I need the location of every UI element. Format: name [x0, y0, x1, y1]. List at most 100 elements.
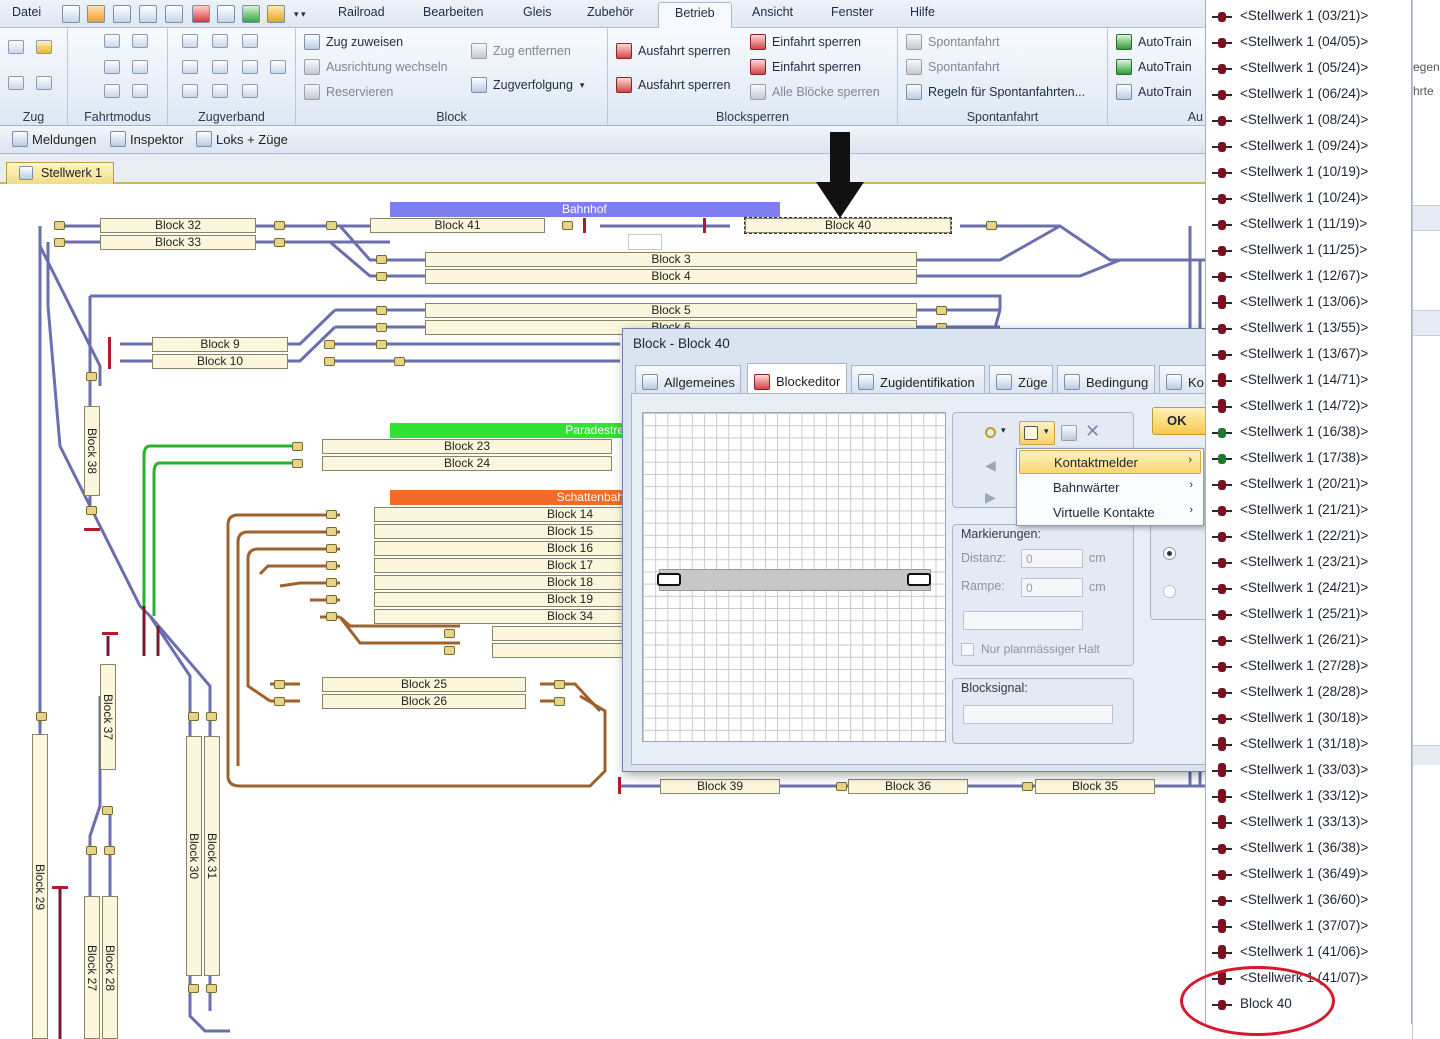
- menu-item-kontaktmelder[interactable]: Kontaktmelder ›: [1019, 450, 1201, 474]
- inspektor-button[interactable]: Inspektor: [110, 131, 183, 147]
- couple-icon-6[interactable]: [242, 60, 258, 74]
- delete-icon[interactable]: ✕: [1085, 421, 1100, 442]
- alle-bloecke-sperren-button[interactable]: Alle Blöcke sperren: [750, 84, 880, 100]
- list-item[interactable]: <Stellwerk 1 (36/60)>: [1206, 888, 1411, 914]
- block-27[interactable]: Block 27: [84, 896, 100, 1039]
- zugverfolgung-button[interactable]: Zugverfolgung ▾: [471, 77, 584, 93]
- tab-zuege[interactable]: Züge: [989, 365, 1053, 393]
- contact-marker[interactable]: [86, 846, 97, 855]
- contact-marker[interactable]: [188, 984, 199, 993]
- block-23[interactable]: Block 23: [322, 439, 612, 454]
- list-item[interactable]: <Stellwerk 1 (21/21)>: [1206, 498, 1411, 524]
- ausrichtung-wechseln-button[interactable]: Ausrichtung wechseln: [304, 59, 448, 75]
- contact-marker[interactable]: [376, 255, 387, 264]
- arrow-left-icon[interactable]: ◀: [985, 457, 996, 474]
- contact-marker[interactable]: [326, 595, 337, 604]
- contact-marker[interactable]: [986, 221, 997, 230]
- block-17[interactable]: Block 17: [374, 558, 630, 573]
- contact-marker[interactable]: [376, 306, 387, 315]
- couple-icon-3[interactable]: [242, 34, 258, 48]
- list-item[interactable]: <Stellwerk 1 (14/72)>: [1206, 394, 1411, 420]
- block-end-right-icon[interactable]: [907, 573, 931, 586]
- block-bar[interactable]: [659, 569, 931, 591]
- block-38[interactable]: Block 38: [84, 406, 100, 496]
- contact-marker[interactable]: [188, 712, 199, 721]
- list-item[interactable]: <Stellwerk 1 (04/05)>: [1206, 30, 1411, 56]
- menu-fenster[interactable]: Fenster: [831, 5, 873, 19]
- contact-marker[interactable]: [326, 561, 337, 570]
- train-icon[interactable]: [8, 40, 24, 54]
- block-10[interactable]: Block 10: [152, 354, 288, 369]
- block-5[interactable]: Block 5: [425, 303, 917, 318]
- redo-icon[interactable]: [165, 5, 183, 23]
- contact-marker[interactable]: [376, 340, 387, 349]
- menu-bearbeiten[interactable]: Bearbeiten: [423, 5, 483, 19]
- mode-icon-1[interactable]: [104, 34, 120, 48]
- ausfahrt-sperren-button-1[interactable]: Ausfahrt sperren: [616, 43, 730, 59]
- contact-marker[interactable]: [274, 680, 285, 689]
- couple-icon-9[interactable]: [212, 84, 228, 98]
- pen-icon[interactable]: [36, 76, 52, 90]
- list-item[interactable]: <Stellwerk 1 (10/24)>: [1206, 186, 1411, 212]
- menu-zubehoer[interactable]: Zubehör: [587, 5, 634, 19]
- list-item[interactable]: <Stellwerk 1 (30/18)>: [1206, 706, 1411, 732]
- block-40[interactable]: Block 40: [744, 217, 952, 234]
- zug-zuweisen-button[interactable]: Zug zuweisen: [304, 34, 403, 50]
- menu-ansicht[interactable]: Ansicht: [752, 5, 793, 19]
- mode-icon-3[interactable]: [104, 60, 120, 74]
- list-item[interactable]: <Stellwerk 1 (11/25)>: [1206, 238, 1411, 264]
- list-item[interactable]: <Stellwerk 1 (25/21)>: [1206, 602, 1411, 628]
- contact-marker[interactable]: [376, 323, 387, 332]
- contact-marker[interactable]: [292, 442, 303, 451]
- block-28[interactable]: Block 28: [102, 896, 118, 1039]
- contact-marker[interactable]: [206, 984, 217, 993]
- circle-tool-icon[interactable]: [985, 427, 996, 438]
- block-end-left-icon[interactable]: [657, 573, 681, 586]
- contact-marker[interactable]: [326, 527, 337, 536]
- block-15[interactable]: Block 15: [374, 524, 630, 539]
- contact-marker[interactable]: [274, 221, 285, 230]
- contact-marker[interactable]: [104, 846, 115, 855]
- block-30[interactable]: Block 30: [186, 736, 202, 976]
- contact-marker[interactable]: [292, 459, 303, 468]
- block-32[interactable]: Block 32: [100, 218, 256, 233]
- block-31[interactable]: Block 31: [204, 736, 220, 976]
- couple-icon-1[interactable]: [182, 34, 198, 48]
- option-radio-1[interactable]: [1163, 547, 1176, 560]
- grid-icon[interactable]: [217, 5, 235, 23]
- couple-icon-10[interactable]: [242, 84, 258, 98]
- list-item[interactable]: <Stellwerk 1 (33/12)>: [1206, 784, 1411, 810]
- autotrain-button-3[interactable]: AutoTrain: [1116, 84, 1192, 100]
- save-icon[interactable]: [62, 5, 80, 23]
- list-item[interactable]: <Stellwerk 1 (31/18)>: [1206, 732, 1411, 758]
- contact-marker[interactable]: [54, 221, 65, 230]
- menu-gleis[interactable]: Gleis: [523, 5, 551, 19]
- block-24[interactable]: Block 24: [322, 456, 612, 471]
- list-item[interactable]: <Stellwerk 1 (33/03)>: [1206, 758, 1411, 784]
- arrow-right-icon[interactable]: ▶: [985, 489, 996, 506]
- contact-marker[interactable]: [274, 697, 285, 706]
- list-item[interactable]: <Stellwerk 1 (16/38)>: [1206, 420, 1411, 446]
- regeln-spontanfahrten-button[interactable]: Regeln für Spontanfahrten...: [906, 84, 1085, 100]
- option-radio-2[interactable]: [1163, 585, 1176, 598]
- contact-marker[interactable]: [326, 578, 337, 587]
- block-9[interactable]: Block 9: [152, 337, 288, 352]
- couple-icon-7[interactable]: [270, 60, 286, 74]
- tab-stellwerk-1[interactable]: Stellwerk 1: [6, 162, 114, 184]
- block-4[interactable]: Block 4: [425, 269, 917, 284]
- ok-button[interactable]: OK: [1152, 407, 1212, 435]
- ausfahrt-sperren-button-2[interactable]: Ausfahrt sperren: [616, 77, 730, 93]
- contact-tool-button[interactable]: ▾: [1019, 421, 1055, 445]
- contact-marker[interactable]: [936, 306, 947, 315]
- tab-ko[interactable]: Ko: [1159, 365, 1207, 393]
- block-26[interactable]: Block 26: [322, 694, 526, 709]
- block-unnamed-2[interactable]: [492, 643, 630, 658]
- list-item[interactable]: <Stellwerk 1 (14/71)>: [1206, 368, 1411, 394]
- meldungen-button[interactable]: Meldungen: [12, 131, 96, 147]
- block-33[interactable]: Block 33: [100, 235, 256, 250]
- list-item[interactable]: <Stellwerk 1 (24/21)>: [1206, 576, 1411, 602]
- block-16[interactable]: Block 16: [374, 541, 630, 556]
- copy-icon[interactable]: [1061, 425, 1077, 441]
- menu-hilfe[interactable]: Hilfe: [910, 5, 935, 19]
- autotrain-button-2[interactable]: AutoTrain: [1116, 59, 1192, 75]
